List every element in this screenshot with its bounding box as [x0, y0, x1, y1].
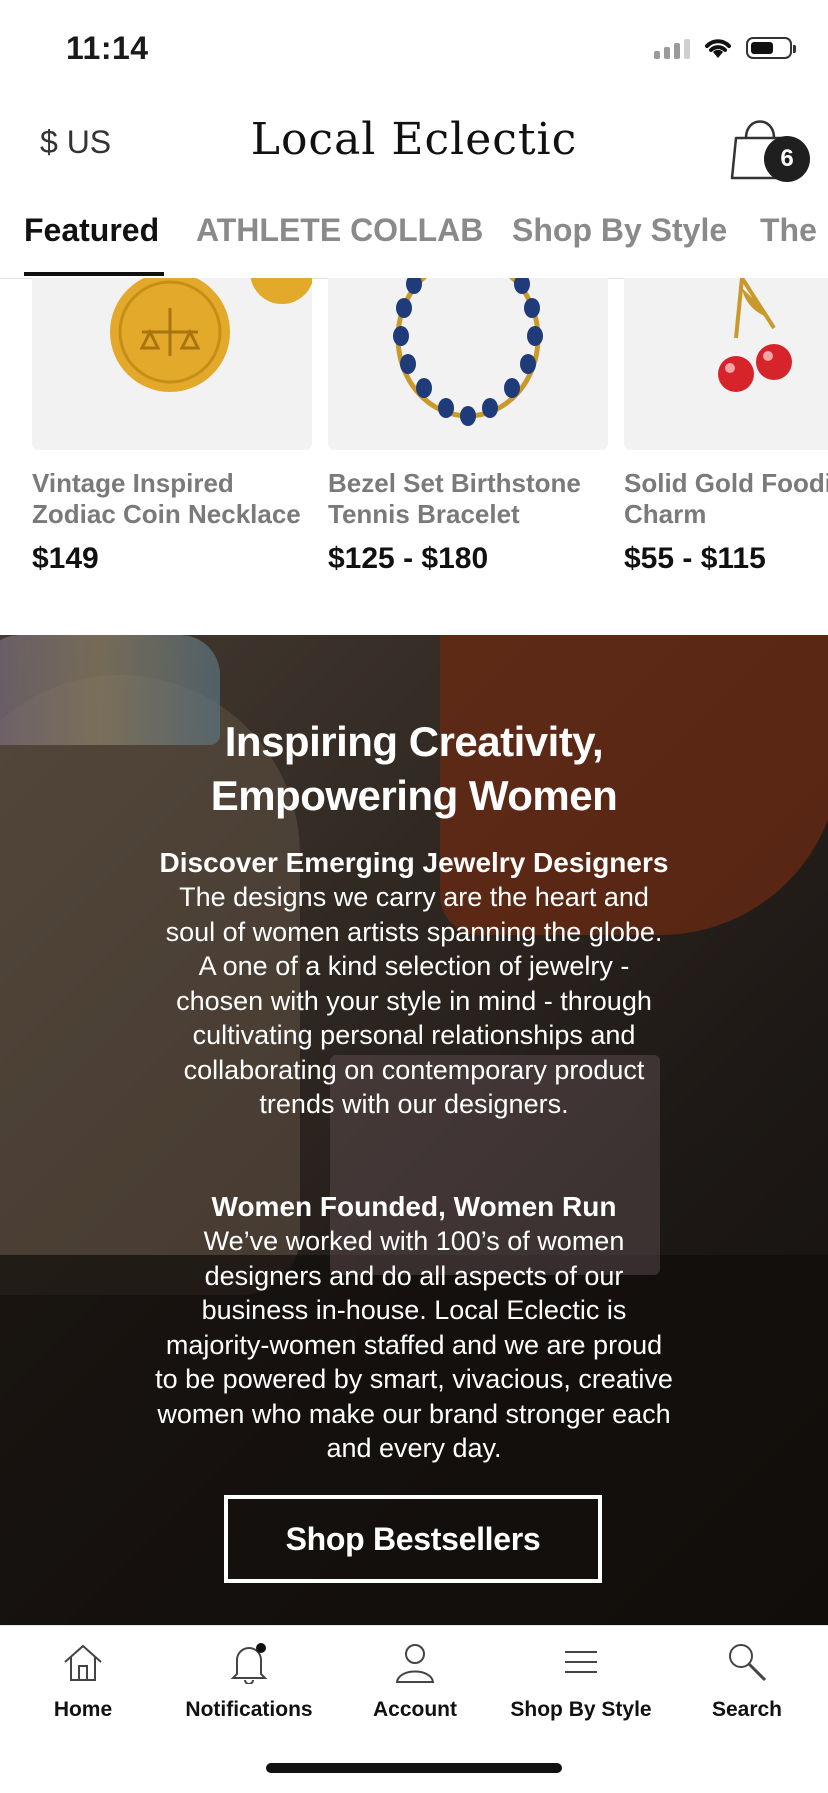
- tab-featured[interactable]: Featured: [24, 212, 159, 249]
- category-tabs: Featured ATHLETE COLLAB Shop By Style Th…: [0, 196, 828, 279]
- hero-section-discover: Discover Emerging Jewelry Designers The …: [90, 846, 738, 1122]
- tabbar-label: Account: [373, 1698, 457, 1721]
- product-name[interactable]: Bezel Set Birthstone Tennis Bracelet: [328, 468, 608, 530]
- tabbar-label: Search: [711, 1698, 783, 1721]
- hero-banner: Inspiring Creativity, Empowering Women Di…: [0, 635, 828, 1625]
- status-icons: [654, 36, 796, 60]
- status-bar: 11:14: [0, 0, 828, 96]
- status-time: 11:14: [66, 30, 149, 66]
- cellular-signal-icon: [654, 37, 690, 59]
- product-image-zodiac-coin[interactable]: [32, 278, 312, 450]
- tabbar-item-search[interactable]: Search: [664, 1640, 828, 1722]
- tab-shop-by-style[interactable]: Shop By Style: [512, 212, 727, 249]
- brand-logo[interactable]: Local Eclectic: [0, 114, 828, 165]
- product-card[interactable]: Vintage Inspired Zodiac Coin Necklace $14…: [32, 278, 312, 576]
- section-body: We’ve worked with 100’s of women designe…: [155, 1226, 673, 1463]
- home-indicator: [266, 1763, 562, 1773]
- product-name[interactable]: Solid Gold Foodi Charm: [624, 468, 828, 530]
- battery-icon: [746, 37, 796, 59]
- product-image-tennis-bracelet[interactable]: [328, 278, 608, 450]
- header: $ US Local Eclectic: [0, 96, 828, 186]
- tabbar-item-home[interactable]: Home: [0, 1640, 166, 1722]
- account-icon: [395, 1644, 435, 1683]
- product-price: $149: [32, 542, 99, 575]
- tabbar-item-notifications[interactable]: Notifications: [166, 1640, 332, 1722]
- tab-the[interactable]: The: [760, 212, 817, 249]
- product-carousel: Vintage Inspired Zodiac Coin Necklace $14…: [0, 278, 828, 633]
- active-tab-underline: [24, 272, 164, 276]
- product-card[interactable]: Solid Gold Foodi Charm $55 - $115: [624, 278, 828, 576]
- bell-icon: [230, 1643, 268, 1684]
- tabbar-item-shop-by-style[interactable]: Shop By Style: [498, 1640, 664, 1722]
- section-body: The designs we carry are the heart and s…: [165, 882, 663, 1119]
- section-heading: Women Founded, Women Run: [211, 1191, 617, 1222]
- wifi-icon: [705, 39, 731, 58]
- product-image-cherry-charm[interactable]: [624, 278, 828, 450]
- tabbar-label: Notifications: [185, 1698, 313, 1721]
- tab-athlete-collab[interactable]: ATHLETE COLLAB: [196, 212, 483, 249]
- shop-bestsellers-button[interactable]: Shop Bestsellers: [224, 1495, 602, 1583]
- tabbar-label: Shop By Style: [510, 1698, 652, 1721]
- product-card[interactable]: Bezel Set Birthstone Tennis Bracelet $125…: [328, 278, 608, 576]
- menu-lines-icon: [565, 1651, 597, 1673]
- tabbar-label: Home: [53, 1698, 113, 1721]
- hero-title: Inspiring Creativity, Empowering Women: [210, 718, 618, 819]
- product-name[interactable]: Vintage Inspired Zodiac Coin Necklace: [32, 468, 312, 530]
- hero-section-founded: Women Founded, Women Run We’ve worked wi…: [90, 1190, 738, 1466]
- search-icon: [729, 1644, 767, 1682]
- home-icon: [64, 1644, 102, 1681]
- product-price: $55 - $115: [624, 542, 766, 575]
- tabbar-item-account[interactable]: Account: [332, 1640, 498, 1722]
- cart-count-badge[interactable]: 6: [764, 136, 810, 182]
- product-price: $125 - $180: [328, 542, 489, 575]
- section-heading: Discover Emerging Jewelry Designers: [159, 847, 669, 878]
